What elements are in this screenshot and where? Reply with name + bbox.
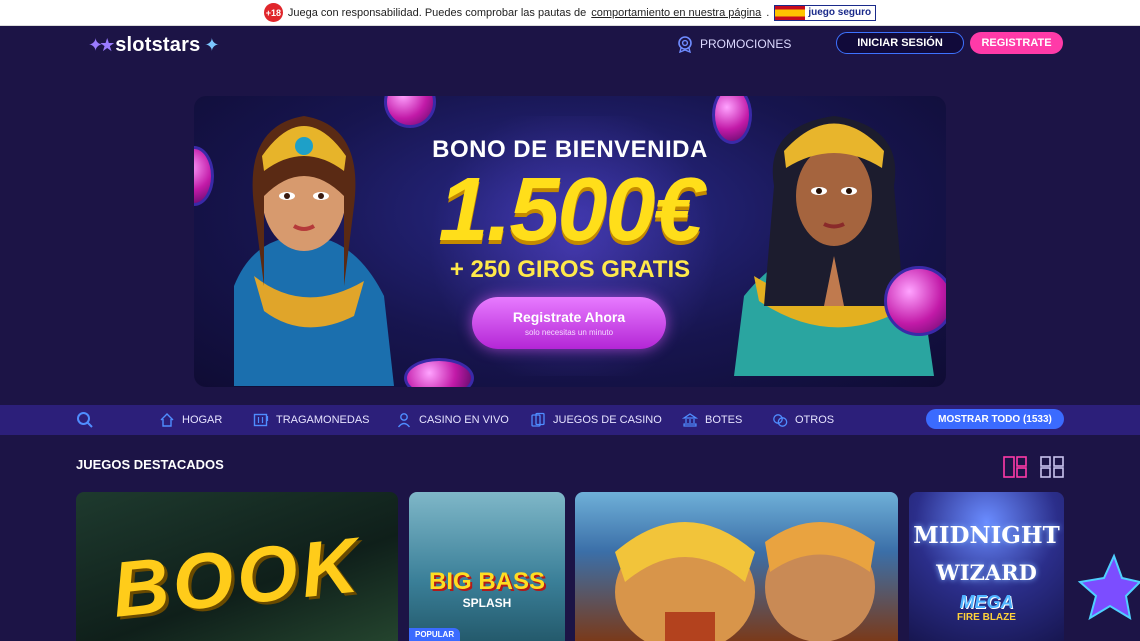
cards-icon <box>531 412 545 427</box>
section-title: JUEGOS DESTACADOS <box>76 457 224 472</box>
game-title: MIDNIGHT <box>913 522 1060 549</box>
responsible-gaming-text: Juega con responsabilidad. Puedes compro… <box>287 6 587 19</box>
age-18-badge: +18 <box>263 3 283 22</box>
nav-item-label: JUEGOS DE CASINO <box>553 414 662 426</box>
responsible-gaming-bar: +18 Juega con responsabilidad. Puedes co… <box>0 0 1140 26</box>
nav-item-live-casino[interactable]: CASINO EN VIVO <box>396 405 509 435</box>
chips-icon <box>773 414 788 427</box>
nav-item-label: TRAGAMONEDAS <box>276 414 370 426</box>
slot-machine-icon <box>253 413 269 427</box>
stars-icon: ✦★ <box>88 34 115 55</box>
game-tile[interactable]: MIDNIGHT WIZARD MEGA FIRE BLAZE <box>909 492 1064 641</box>
site-logo[interactable]: ✦★ slotstars ✦ <box>88 30 219 60</box>
bonus-spins: + 250 GIROS GRATIS <box>449 256 691 283</box>
game-tile[interactable] <box>575 492 898 641</box>
nav-item-others[interactable]: OTROS <box>772 405 834 435</box>
responsible-gaming-link[interactable]: comportamiento en nuestra página <box>591 7 761 19</box>
nav-item-slots[interactable]: TRAGAMONEDAS <box>253 405 370 435</box>
register-now-label: Registrate Ahora <box>512 309 626 325</box>
star-icon: ✦ <box>204 34 220 55</box>
register-now-sublabel: solo necesitas un minuto <box>524 328 614 337</box>
game-extra: MEGA <box>959 592 1014 612</box>
logo-text: slotstars <box>115 33 201 56</box>
category-nav: HOGAR TRAGAMONEDAS CASINO EN VIVO JUEGOS… <box>0 405 1140 435</box>
person-icon <box>397 413 411 428</box>
safe-gaming-label: juego seguro <box>808 7 872 18</box>
grid-view-icon[interactable] <box>1040 456 1064 478</box>
period: . <box>766 6 770 19</box>
game-title: BOOK <box>108 520 366 634</box>
list-view-icon[interactable] <box>1003 456 1027 478</box>
welcome-bonus-banner[interactable]: BONO DE BIENVENIDA 1.500€ + 250 GIROS GR… <box>194 96 946 387</box>
nav-item-label: OTROS <box>795 414 835 426</box>
site-header: ✦★ slotstars ✦ PROMOCIONES INICIAR SESIÓ… <box>0 26 1140 64</box>
popular-badge: POPULAR <box>409 628 461 641</box>
rewards-star-icon[interactable] <box>1074 550 1140 630</box>
login-button[interactable]: INICIAR SESIÓN <box>836 32 964 54</box>
home-icon <box>160 413 174 427</box>
register-now-button[interactable]: Registrate Ahora solo necesitas un minut… <box>472 297 666 349</box>
search-icon[interactable] <box>76 411 94 429</box>
game-extra2: FIRE BLAZE <box>957 612 1016 623</box>
nav-item-label: CASINO EN VIVO <box>419 414 509 426</box>
promotions-icon <box>678 36 692 53</box>
nav-item-jackpots[interactable]: BOTES <box>682 405 742 435</box>
game-subtitle: WIZARD <box>936 560 1037 585</box>
promotions-label: PROMOCIONES <box>700 37 792 51</box>
bonus-amount: 1.500€ <box>438 160 703 260</box>
spain-flag-icon <box>775 5 806 20</box>
nav-item-label: BOTES <box>705 414 743 426</box>
game-tile[interactable]: BOOK <box>76 492 398 641</box>
nav-item-label: HOGAR <box>182 414 223 426</box>
register-button[interactable]: REGISTRATE <box>970 32 1063 54</box>
game-tile[interactable]: BIG BASS SPLASH POPULAR <box>409 492 565 641</box>
safe-gaming-badge[interactable]: juego seguro <box>774 4 877 21</box>
show-all-button[interactable]: MOSTRAR TODO (1533) <box>926 409 1064 429</box>
game-art <box>615 522 875 641</box>
nav-item-home[interactable]: HOGAR <box>159 405 222 435</box>
nav-item-casino-games[interactable]: JUEGOS DE CASINO <box>530 405 662 435</box>
game-title: BIG BASS <box>428 568 545 595</box>
jackpot-icon <box>682 413 698 427</box>
game-subtitle: SPLASH <box>462 596 512 610</box>
promotions-link[interactable]: PROMOCIONES <box>676 35 791 53</box>
